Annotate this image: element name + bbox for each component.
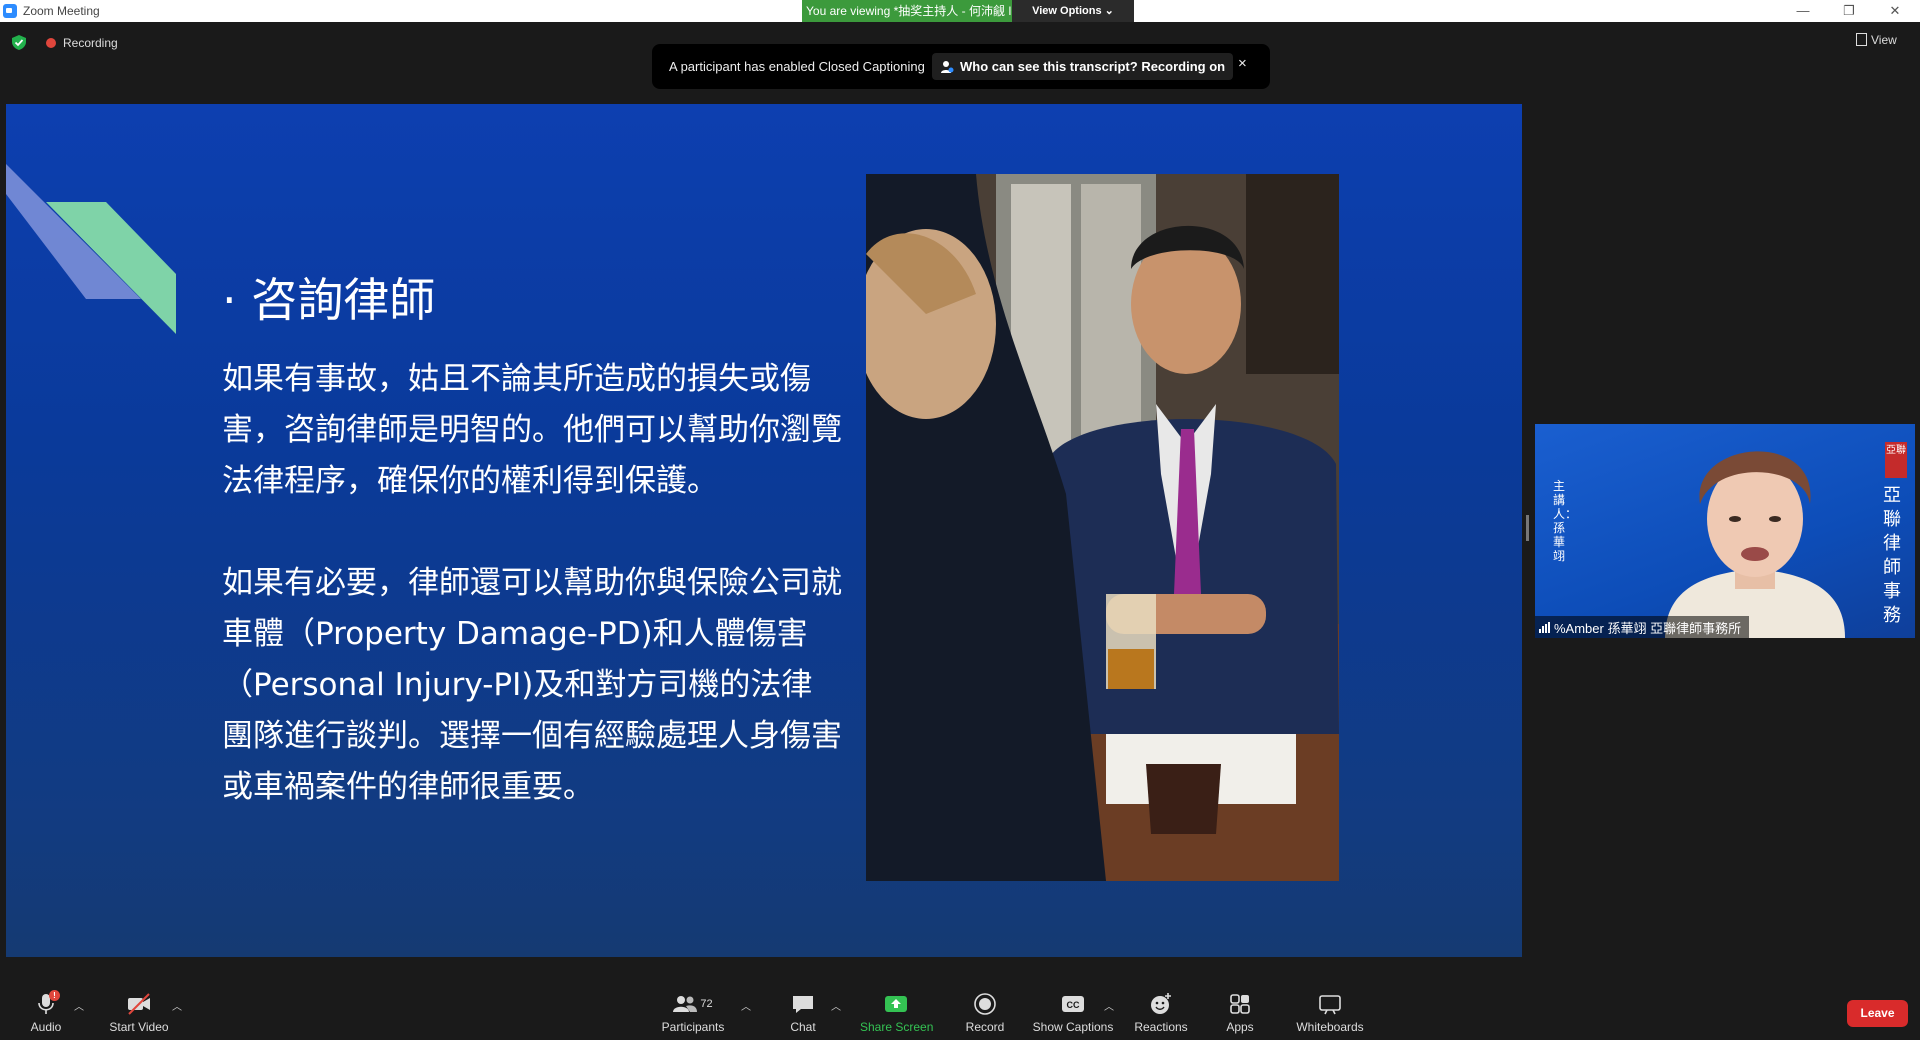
signal-strength-icon — [1539, 621, 1550, 633]
reactions-icon — [1151, 993, 1171, 1014]
slide-decoration — [6, 164, 176, 334]
start-video-label: Start Video — [109, 1020, 169, 1034]
svg-text:CC: CC — [1067, 1000, 1080, 1010]
chat-button[interactable]: Chat — [786, 992, 820, 1034]
apps-button[interactable]: Apps — [1222, 992, 1258, 1034]
security-shield-icon[interactable] — [12, 35, 26, 50]
view-label: View — [1871, 33, 1897, 47]
participant-nameplate: %Amber 孫華翊 亞聯律師事務所 — [1535, 616, 1750, 638]
firm-seal: 亞聯 — [1885, 442, 1907, 478]
participant-video-tile[interactable]: 主講人：孫華翊 亞聯 亞聯律師事務 %Amber 孫華翊 亞聯律師事務所 — [1535, 424, 1915, 638]
chat-label: Chat — [790, 1020, 816, 1034]
firm-name-vertical: 亞聯律師事務 — [1883, 485, 1901, 626]
shared-screen-slide: · 咨詢律師 如果有事故，姑且不論其所造成的損失或傷害，咨詢律師是明智的。他們可… — [6, 104, 1522, 957]
share-screen-label: Share Screen — [860, 1020, 934, 1034]
transcript-visibility-link[interactable]: Who can see this transcript? Recording o… — [932, 53, 1234, 80]
show-captions-button[interactable]: CC Show Captions — [1032, 992, 1114, 1034]
record-label: Record — [965, 1020, 1005, 1034]
window-title: Zoom Meeting — [23, 4, 100, 18]
person-lock-icon — [941, 60, 954, 73]
reactions-button[interactable]: Reactions — [1132, 992, 1190, 1034]
participants-button[interactable]: 72 Participants — [660, 992, 726, 1034]
audio-alert-badge: ! — [49, 990, 60, 1001]
recording-icon — [46, 38, 56, 48]
video-options-caret-icon[interactable]: ︿ — [172, 998, 182, 1013]
participant-name: %Amber 孫華翊 亞聯律師事務所 — [1554, 620, 1742, 636]
apps-label: Apps — [1226, 1020, 1254, 1034]
record-button[interactable]: Record — [963, 992, 1007, 1034]
closed-caption-notice: A participant has enabled Closed Caption… — [652, 44, 1270, 89]
show-captions-label: Show Captions — [1032, 1020, 1114, 1034]
chat-caret-icon[interactable]: ︿ — [831, 998, 841, 1013]
zoom-app-icon — [3, 4, 17, 18]
viewing-banner: You are viewing *抽奖主持人 - 何沛觎 Iris Ho's s… — [802, 0, 1134, 22]
whiteboards-label: Whiteboards — [1296, 1020, 1364, 1034]
audio-label: Audio — [30, 1020, 62, 1034]
view-options-button[interactable]: View Options ⌄ — [1012, 0, 1134, 22]
close-window-icon[interactable]: ✕ — [1880, 2, 1910, 20]
speaker-caption-vertical: 主講人：孫華翊 — [1553, 479, 1578, 563]
participants-caret-icon[interactable]: ︿ — [741, 998, 751, 1013]
apps-icon — [1230, 994, 1250, 1014]
share-screen-button[interactable]: Share Screen — [860, 992, 934, 1034]
audio-options-caret-icon[interactable]: ︿ — [74, 998, 84, 1013]
participant-video-feed — [1665, 451, 1845, 638]
start-video-button[interactable]: Start Video — [106, 992, 172, 1034]
participants-icon-group: 72 — [660, 992, 726, 1016]
restore-icon[interactable]: ❐ — [1834, 2, 1864, 20]
participants-count: 72 — [700, 998, 713, 1010]
transcript-link-label: Who can see this transcript? Recording o… — [960, 59, 1226, 74]
record-icon — [974, 993, 996, 1015]
chat-icon — [793, 996, 813, 1013]
share-screen-icon — [885, 996, 907, 1012]
panel-resize-handle[interactable] — [1526, 515, 1529, 541]
slide-paragraph-1: 如果有事故，姑且不論其所造成的損失或傷害，咨詢律師是明智的。他們可以幫助你瀏覽法… — [222, 361, 842, 499]
captions-caret-icon[interactable]: ︿ — [1104, 998, 1114, 1013]
closed-captions-icon: CC — [1062, 996, 1084, 1012]
reactions-label: Reactions — [1134, 1020, 1188, 1034]
video-off-icon — [128, 993, 150, 1015]
close-notice-icon[interactable]: × — [1238, 55, 1247, 72]
participants-icon — [673, 996, 698, 1012]
leave-button[interactable]: Leave — [1847, 1000, 1908, 1027]
whiteboards-button[interactable]: Whiteboards — [1290, 992, 1370, 1034]
minimize-icon[interactable]: — — [1788, 2, 1818, 20]
viewing-banner-text: You are viewing *抽奖主持人 - 何沛觎 Iris Ho's s… — [806, 4, 1012, 18]
view-options-label: View Options — [1032, 5, 1102, 17]
slide-paragraph-2: 如果有必要，律師還可以幫助你與保險公司就車體（Property Damage-P… — [222, 565, 842, 805]
slide-title: · 咨詢律師 — [222, 273, 436, 327]
view-layout-icon — [1856, 33, 1867, 46]
recording-label[interactable]: Recording — [63, 36, 118, 50]
whiteboard-icon — [1319, 995, 1341, 1015]
participants-label: Participants — [661, 1020, 725, 1034]
title-bar: Zoom Meeting You are viewing *抽奖主持人 - 何沛… — [0, 0, 1920, 22]
view-button[interactable]: View — [1856, 33, 1897, 47]
meeting-toolbar: Audio ︿ Start Video ︿ 72 Participants ︿ … — [0, 964, 1920, 1040]
caption-notice-message: A participant has enabled Closed Caption… — [669, 59, 925, 74]
lawyer-consultation-photo — [866, 174, 1339, 881]
